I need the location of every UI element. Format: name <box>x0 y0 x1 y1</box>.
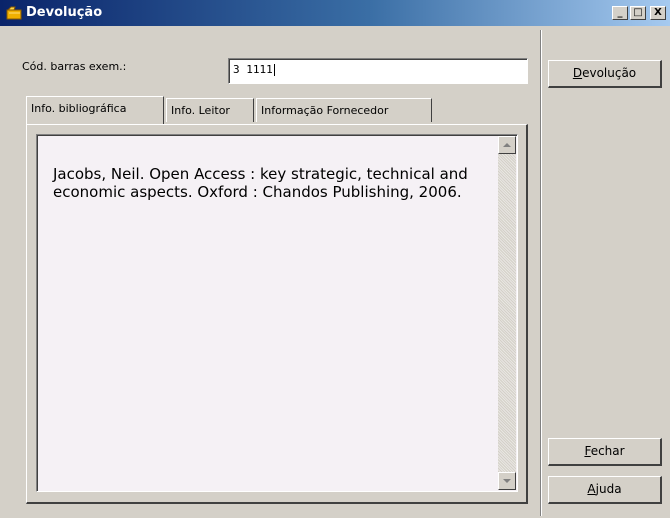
devolucao-window: Devolução _ □ X Cód. barras exem.: 3 111… <box>0 0 670 518</box>
maximize-icon: □ <box>633 7 643 18</box>
tab-label: Info. Leitor <box>171 104 230 117</box>
text-caret <box>273 64 275 76</box>
tab-label: Info. bibliográfica <box>31 102 127 115</box>
maximize-button[interactable]: □ <box>630 6 646 20</box>
close-button[interactable]: X <box>650 6 666 20</box>
devolucao-button[interactable]: Devolução <box>548 60 662 88</box>
barcode-input[interactable]: 3 1111 <box>228 58 528 84</box>
title-bar[interactable]: Devolução _ □ X <box>0 0 670 26</box>
minimize-button[interactable]: _ <box>612 6 628 20</box>
barcode-label: Cód. barras exem.: <box>22 60 127 73</box>
vertical-divider <box>540 30 542 516</box>
devolucao-label: evolução <box>582 66 637 80</box>
devolucao-accel: D <box>572 66 583 80</box>
ajuda-button[interactable]: Ajuda <box>548 476 662 504</box>
tab-label: Informação Fornecedor <box>261 104 389 117</box>
close-icon: X <box>654 7 662 18</box>
scroll-up-button[interactable] <box>498 136 516 154</box>
tab-info-bibliografica[interactable]: Info. bibliográfica <box>26 96 164 124</box>
arrow-down-icon <box>503 479 511 483</box>
bibliographic-text: Jacobs, Neil. Open Access : key strategi… <box>53 165 468 201</box>
barcode-value: 3 1111 <box>233 63 273 76</box>
fechar-label: echar <box>590 444 625 458</box>
window-title: Devolução <box>26 5 103 20</box>
tab-informacao-fornecedor[interactable]: Informação Fornecedor <box>256 98 432 122</box>
tab-info-leitor[interactable]: Info. Leitor <box>166 98 254 122</box>
ajuda-label: juda <box>595 482 622 496</box>
folder-app-icon <box>6 6 22 20</box>
ajuda-accel: A <box>587 482 596 496</box>
vertical-scrollbar[interactable] <box>498 136 516 490</box>
bibliographic-memo[interactable]: Jacobs, Neil. Open Access : key strategi… <box>36 134 518 492</box>
fechar-button[interactable]: Fechar <box>548 438 662 466</box>
minimize-icon: _ <box>617 7 623 18</box>
scroll-down-button[interactable] <box>498 472 516 490</box>
arrow-up-icon <box>503 143 511 147</box>
